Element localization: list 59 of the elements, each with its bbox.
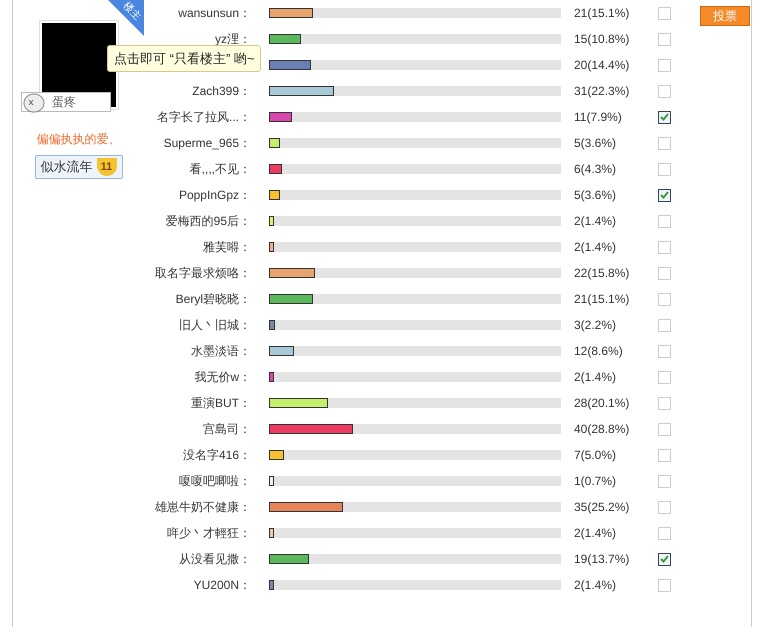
vote-count: 5(3.6%) bbox=[574, 187, 618, 204]
option-label: YU200N： bbox=[192, 577, 251, 594]
vote-button[interactable]: 投票 bbox=[700, 6, 750, 26]
checkbox[interactable] bbox=[658, 110, 671, 124]
option-label: 爱梅西的95后： bbox=[164, 213, 251, 230]
option-label: yz浬： bbox=[214, 31, 251, 48]
vote-count: 21(15.1%) bbox=[574, 291, 630, 308]
vote-count: 35(25.2%) bbox=[574, 499, 630, 516]
check-icon bbox=[660, 113, 669, 121]
vote-count: 3(2.2%) bbox=[574, 317, 618, 334]
option-label: 重演BUT： bbox=[190, 395, 251, 412]
vote-count: 2(1.4%) bbox=[574, 525, 618, 542]
option-label: Superme_965： bbox=[162, 135, 251, 152]
status-text: 蛋疼 bbox=[52, 94, 76, 111]
vote-count: 7(5.0%) bbox=[574, 447, 618, 464]
option-label: 嗄嗄吧唧啦： bbox=[178, 473, 251, 490]
author-name[interactable]: 偏偏执执的爱、 bbox=[36, 130, 120, 148]
option-label: 从没看见撒： bbox=[178, 551, 251, 568]
vote-count: 2(1.4%) bbox=[574, 239, 618, 256]
option-label: 取名字最求烦咯： bbox=[154, 265, 251, 282]
vote-count: 15(10.8%) bbox=[574, 31, 630, 48]
vote-count: 28(20.1%) bbox=[574, 395, 630, 412]
option-label: 看,,,,不见： bbox=[188, 161, 251, 178]
checkbox[interactable] bbox=[658, 188, 671, 202]
vote-count: 2(1.4%) bbox=[574, 213, 618, 230]
option-label: PoppInGpz： bbox=[178, 187, 251, 204]
vote-count: 6(4.3%) bbox=[574, 161, 618, 178]
vote-count: 31(22.3%) bbox=[574, 83, 630, 100]
checkbox[interactable] bbox=[658, 552, 671, 566]
vote-count: 19(13.7%) bbox=[574, 551, 630, 568]
option-label: 名字长了拉风...： bbox=[156, 109, 251, 126]
option-label: 旧人丶旧城： bbox=[178, 317, 251, 334]
option-label: 水墨淡语： bbox=[190, 343, 251, 360]
vote-count: 2(1.4%) bbox=[574, 577, 618, 594]
vote-count: 5(3.6%) bbox=[574, 135, 618, 152]
vote-count: 22(15.8%) bbox=[574, 265, 630, 282]
vote-count: 20(14.4%) bbox=[574, 57, 630, 74]
option-label: 我无价w： bbox=[193, 369, 251, 386]
option-label: Zach399： bbox=[191, 83, 251, 100]
group-badge[interactable]: 似水流年 11 bbox=[34, 155, 122, 179]
option-label: wansunsun： bbox=[177, 5, 251, 22]
tooltip: 点击即可 “只看楼主” 哟~ bbox=[107, 45, 262, 72]
check-icon bbox=[660, 555, 669, 563]
check-icon bbox=[660, 191, 669, 199]
vote-count: 40(28.8%) bbox=[574, 421, 630, 438]
vote-count: 21(15.1%) bbox=[574, 5, 630, 22]
group-name: 似水流年 bbox=[40, 158, 92, 176]
option-label: 雅芙嘚： bbox=[202, 239, 251, 256]
vote-count: 2(1.4%) bbox=[574, 369, 618, 386]
vote-count: 1(0.7%) bbox=[574, 473, 618, 490]
option-label: 没名字416： bbox=[182, 447, 251, 464]
option-label: 哖少丶才輕狂： bbox=[166, 525, 251, 542]
corner-tag: 楼主 bbox=[120, 0, 144, 24]
vote-count: 12(8.6%) bbox=[574, 343, 624, 360]
option-label: 雄崽牛奶不健康： bbox=[154, 499, 251, 516]
option-label: Beryl碧晓晓： bbox=[174, 291, 251, 308]
vote-count: 11(7.9%) bbox=[574, 109, 623, 126]
level-badge: 11 bbox=[96, 158, 116, 176]
option-label: 宫島司： bbox=[202, 421, 251, 438]
